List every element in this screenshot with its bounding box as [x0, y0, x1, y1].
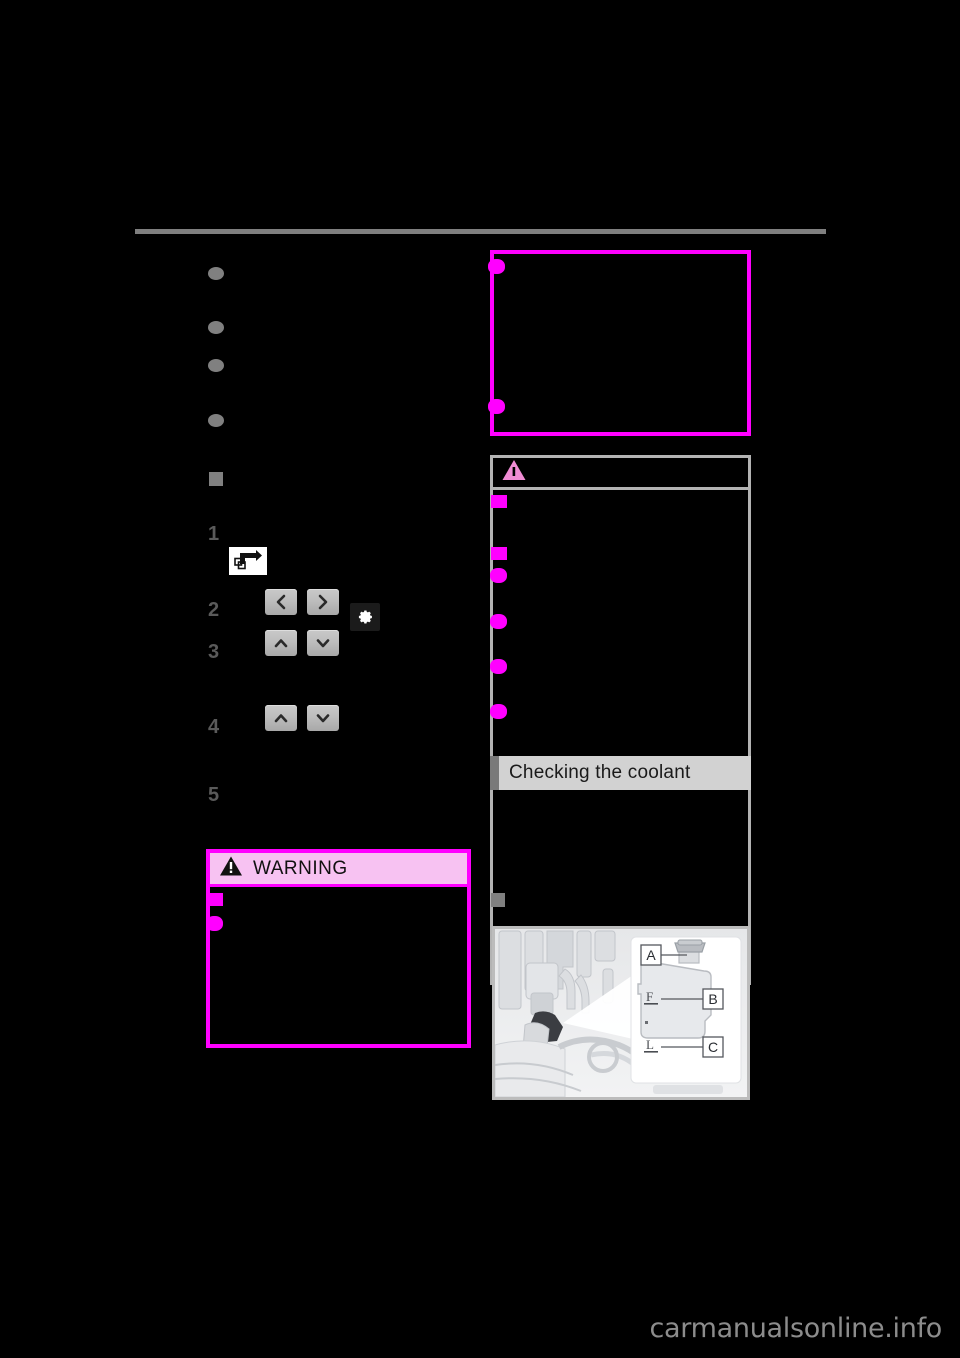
warning-box-header: WARNING: [210, 853, 467, 887]
header-rule: [135, 229, 826, 234]
svg-text:B: B: [708, 991, 717, 1007]
step-number-1: 1: [208, 523, 220, 545]
callout-list-item: [488, 399, 505, 414]
warning-title: WARNING: [253, 857, 348, 879]
manual-page: 1 2 3 4 5 WARNING Checking the coolant F…: [0, 0, 960, 1358]
illustration-svg: F L A B C: [495, 929, 747, 1097]
section-heading-text: Checking the coolant: [509, 762, 691, 783]
warning-subsection-marker: [207, 893, 223, 906]
warning-list-item: [206, 916, 223, 931]
notice-box-body: [490, 490, 748, 979]
notice-subsection-marker: [491, 495, 507, 508]
warning-box: WARNING: [206, 849, 471, 1048]
subsection-marker: [209, 472, 223, 486]
warning-triangle-icon: [219, 855, 243, 882]
list-item: [208, 414, 224, 427]
notice-list-item: [490, 659, 507, 674]
right-column: Checking the coolant F L A B C: [488, 248, 826, 1288]
chevron-up-key[interactable]: [265, 705, 297, 731]
callout-box: [488, 250, 751, 436]
svg-text:A: A: [646, 947, 656, 963]
level-mark-low: L: [646, 1037, 654, 1052]
chevron-down-key[interactable]: [307, 705, 339, 731]
warning-box-body: [206, 887, 467, 1041]
gear-icon[interactable]: [350, 603, 380, 631]
warning-triangle-icon: [501, 458, 527, 487]
svg-text:C: C: [708, 1039, 718, 1055]
chevron-right-key[interactable]: [307, 589, 339, 615]
coolant-reservoir-illustration: F L A B C: [492, 926, 750, 1100]
step-number-3: 3: [208, 641, 220, 663]
step-number-2: 2: [208, 599, 220, 621]
notice-subsection-marker: [491, 547, 507, 560]
notice-list-item: [490, 704, 507, 719]
chevron-left-key[interactable]: [265, 589, 297, 615]
step-number-4: 4: [208, 716, 220, 738]
chevron-down-key[interactable]: [307, 630, 339, 656]
step-number-5: 5: [208, 784, 220, 806]
callout-label-b: B: [702, 988, 724, 1010]
list-item: [208, 321, 224, 334]
callout-label-a: A: [640, 944, 662, 966]
notice-list-item: [490, 568, 507, 583]
notice-box-header: [493, 458, 748, 490]
chevron-up-key[interactable]: [265, 630, 297, 656]
left-column: 1 2 3 4 5 WARNING: [135, 248, 471, 1288]
callout-label-c: C: [702, 1036, 724, 1058]
list-item: [208, 267, 224, 280]
level-mark-full: F: [646, 989, 653, 1004]
callout-list-item: [488, 259, 505, 274]
return-arrow-icon[interactable]: [229, 547, 267, 575]
subsection-marker: [491, 893, 505, 907]
list-item: [208, 359, 224, 372]
footer-watermark: carmanualsonline.info: [649, 1313, 943, 1344]
notice-box: [490, 455, 751, 985]
notice-list-item: [490, 614, 507, 629]
section-heading: Checking the coolant: [490, 756, 751, 790]
